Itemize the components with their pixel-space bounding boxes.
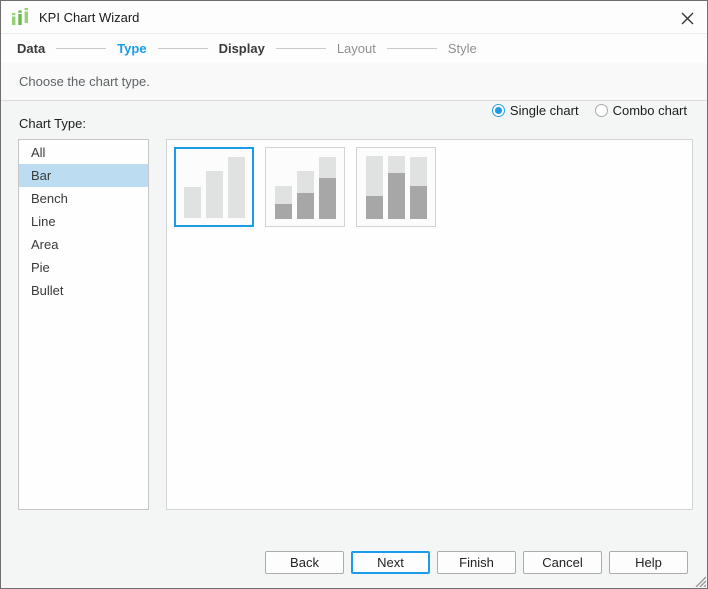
window-title: KPI Chart Wizard [39,10,140,25]
thumbnail-strip [174,147,436,227]
wizard-steps: Data Type Display Layout Style [1,34,707,63]
thumbnail-bar-dark-segment [409,186,427,219]
thumbnail-bar [387,156,405,219]
step-type[interactable]: Type [117,41,146,56]
list-item-all[interactable]: All [19,141,148,164]
thumbnail-bar [296,171,314,219]
thumbnail-stacked-bar-ascending[interactable] [265,147,345,227]
thumbnail-preview [357,148,435,226]
back-button[interactable]: Back [265,551,344,574]
single-chart-label: Single chart [509,103,579,118]
combo-chart-radio[interactable]: Combo chart [594,103,687,118]
help-button[interactable]: Help [609,551,688,574]
chart-mode-radios: Single chart Combo chart [491,103,687,118]
thumbnail-bar-dark-segment [365,196,383,219]
thumbnail-bar [205,171,223,218]
thumbnail-bar [318,157,336,219]
list-item-bar[interactable]: Bar [19,164,148,187]
resize-grip-icon[interactable] [693,574,706,587]
thumbnail-bar-dark-segment [296,193,314,219]
thumbnail-bar [365,156,383,219]
title-bar: KPI Chart Wizard [1,1,707,34]
footer-buttons: Back Next Finish Cancel Help [265,551,688,574]
step-layout[interactable]: Layout [337,41,376,56]
thumbnail-bar-chart[interactable] [174,147,254,227]
cancel-button[interactable]: Cancel [523,551,602,574]
thumbnail-stacked-bar-full[interactable] [356,147,436,227]
wizard-message: Choose the chart type. [1,63,707,101]
thumbnail-bar-dark-segment [387,173,405,219]
next-button[interactable]: Next [351,551,430,574]
step-connector [56,48,107,49]
list-item-area[interactable]: Area [19,233,148,256]
list-item-bench[interactable]: Bench [19,187,148,210]
chart-type-listbox: All Bar Bench Line Area Pie Bullet [18,139,149,510]
radio-icon [491,104,505,117]
chart-type-label: Chart Type: [19,116,86,131]
thumbnail-preview [176,149,252,225]
chart-style-panel [166,139,693,510]
finish-button[interactable]: Finish [437,551,516,574]
list-item-bullet[interactable]: Bullet [19,279,148,302]
step-connector [157,48,208,49]
thumbnail-preview [266,148,344,226]
step-style[interactable]: Style [448,41,477,56]
kpi-chart-icon [12,8,28,25]
kpi-chart-wizard-dialog: KPI Chart Wizard Data Type Display Layou… [0,0,708,589]
step-connector [386,48,437,49]
thumbnail-bar [183,187,201,218]
step-data[interactable]: Data [17,41,45,56]
step-connector [275,48,326,49]
list-item-pie[interactable]: Pie [19,256,148,279]
thumbnail-bar [227,157,245,218]
close-icon[interactable] [678,9,696,27]
step-display[interactable]: Display [219,41,265,56]
list-item-line[interactable]: Line [19,210,148,233]
combo-chart-label: Combo chart [612,103,687,118]
thumbnail-bar [274,186,292,219]
thumbnail-bar [409,157,427,219]
thumbnail-bar-dark-segment [274,204,292,219]
single-chart-radio[interactable]: Single chart [491,103,579,118]
thumbnail-bar-dark-segment [318,178,336,219]
radio-icon [594,104,608,117]
